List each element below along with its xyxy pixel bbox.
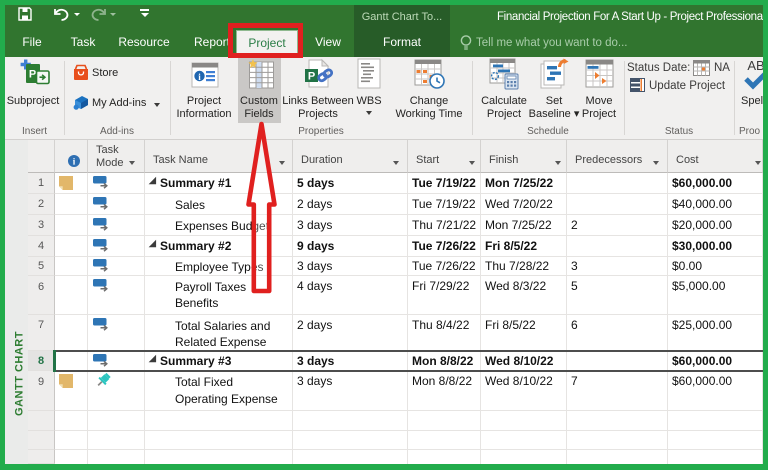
svg-text:P: P [29, 69, 36, 81]
svg-text:AB: AB [747, 58, 763, 73]
svg-text:P: P [308, 71, 315, 83]
